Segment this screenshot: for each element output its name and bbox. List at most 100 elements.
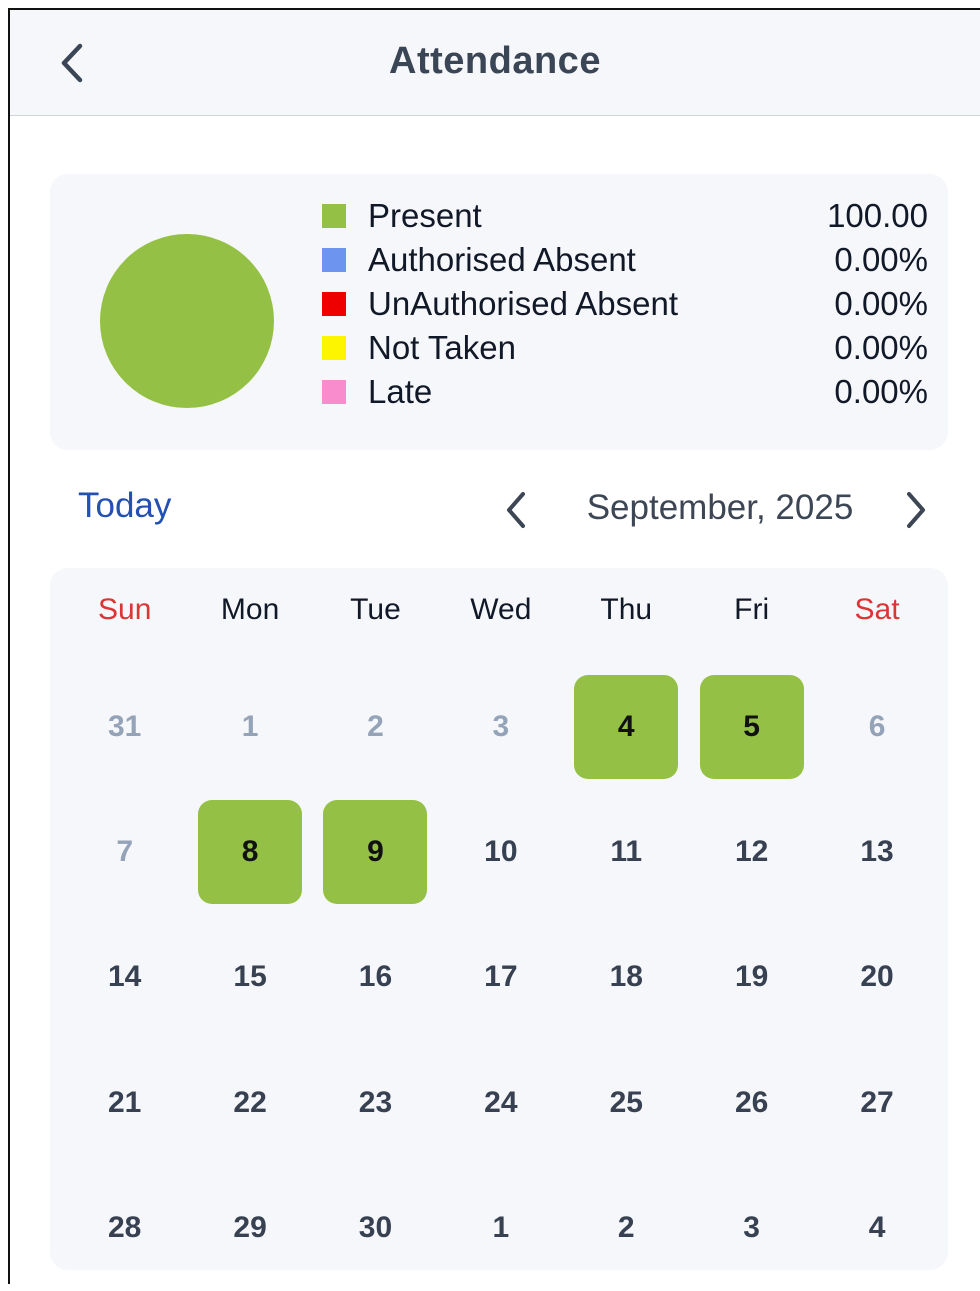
weekday-label: Wed — [470, 593, 532, 626]
calendar-day[interactable]: 11 — [564, 789, 689, 914]
weekday-label: Sat — [854, 593, 900, 626]
legend-item: UnAuthorised Absent 0.00% — [322, 282, 928, 326]
day-number: 23 — [358, 1085, 393, 1119]
calendar-day[interactable]: 28 — [62, 1166, 187, 1291]
day-number-present: 8 — [198, 800, 303, 905]
legend-value: 100.00 — [827, 197, 928, 234]
attendance-pie-chart — [100, 234, 274, 408]
legend-value: 0.00% — [834, 285, 928, 322]
day-number: 26 — [734, 1085, 769, 1119]
legend-label: Not Taken — [368, 329, 516, 366]
next-month-button[interactable] — [900, 488, 932, 532]
calendar-day[interactable]: 6 — [814, 664, 939, 789]
calendar-day[interactable]: 27 — [814, 1040, 939, 1165]
app-screen: Attendance Present 100.00 Authorised Absen… — [8, 8, 980, 1284]
calendar-card: Sun Mon Tue Wed Thu Fri Sat 31 1 2 3 4 5 6 7 8 9 10 11 12 1… — [50, 568, 948, 1270]
day-number: 12 — [734, 835, 769, 869]
day-number: 24 — [484, 1085, 518, 1119]
day-number: 31 — [108, 709, 142, 743]
current-month-label: September, 2025 — [586, 488, 854, 527]
day-number: 19 — [734, 960, 769, 994]
calendar-day[interactable]: 10 — [438, 789, 563, 914]
calendar-day[interactable]: 23 — [313, 1040, 438, 1165]
calendar-day[interactable]: 5 — [689, 664, 814, 789]
calendar-day[interactable]: 12 — [689, 789, 814, 914]
day-number: 7 — [116, 835, 134, 869]
calendar-day[interactable]: 14 — [62, 915, 187, 1040]
legend-item: Authorised Absent 0.00% — [322, 238, 928, 282]
day-number: 3 — [492, 709, 510, 743]
calendar-day[interactable]: 2 — [313, 664, 438, 789]
calendar-day[interactable]: 3 — [438, 664, 563, 789]
calendar-day[interactable]: 17 — [438, 915, 563, 1040]
day-number: 17 — [484, 960, 518, 994]
legend-swatch — [322, 248, 346, 272]
calendar-day[interactable]: 3 — [689, 1166, 814, 1291]
calendar-days-grid: 31 1 2 3 4 5 6 7 8 9 10 11 12 13 14 15 16 17 18 19 20 21 22 23 2… — [62, 664, 940, 1291]
calendar-day[interactable]: 4 — [564, 664, 689, 789]
day-number: 16 — [358, 960, 393, 994]
calendar-day[interactable]: 24 — [438, 1040, 563, 1165]
day-number: 1 — [492, 1211, 510, 1245]
calendar-day[interactable]: 2 — [564, 1166, 689, 1291]
chevron-left-icon — [507, 492, 525, 528]
calendar-day[interactable]: 16 — [313, 915, 438, 1040]
calendar-day[interactable]: 21 — [62, 1040, 187, 1165]
calendar-day[interactable]: 1 — [187, 664, 312, 789]
day-number: 15 — [233, 960, 267, 994]
calendar-day[interactable]: 13 — [814, 789, 939, 914]
weekday-label: Thu — [600, 593, 653, 626]
calendar-day[interactable]: 20 — [814, 915, 939, 1040]
day-number: 6 — [868, 709, 886, 743]
previous-month-button[interactable] — [500, 488, 532, 532]
today-button[interactable]: Today — [78, 486, 171, 526]
legend-value: 0.00% — [834, 329, 928, 366]
calendar-day[interactable]: 22 — [187, 1040, 312, 1165]
day-number: 18 — [609, 960, 643, 994]
top-bar: Attendance — [10, 10, 980, 116]
day-number: 20 — [860, 960, 894, 994]
attendance-summary-card: Present 100.00 Authorised Absent 0.00% UnAut… — [50, 174, 948, 450]
day-number-present: 9 — [323, 800, 428, 905]
day-number: 1 — [241, 709, 259, 743]
day-number: 11 — [610, 835, 643, 869]
legend-item: Present 100.00 — [322, 194, 928, 238]
calendar-day[interactable]: 1 — [438, 1166, 563, 1291]
legend-label: Present — [368, 197, 482, 234]
day-number: 22 — [233, 1085, 267, 1119]
legend-item: Not Taken 0.00% — [322, 326, 928, 370]
day-number-present: 5 — [699, 674, 804, 779]
calendar-day[interactable]: 9 — [313, 789, 438, 914]
legend-label: Authorised Absent — [368, 241, 636, 278]
weekday-label: Fri — [734, 593, 770, 626]
attendance-legend: Present 100.00 Authorised Absent 0.00% UnAut… — [322, 194, 928, 414]
day-number: 2 — [617, 1211, 635, 1245]
day-number: 4 — [868, 1211, 886, 1245]
calendar-day[interactable]: 26 — [689, 1040, 814, 1165]
legend-label: Late — [368, 373, 433, 410]
weekday-label: Mon — [220, 593, 280, 626]
calendar-day[interactable]: 7 — [62, 789, 187, 914]
pie-slice-present — [100, 234, 274, 408]
calendar-day[interactable]: 29 — [187, 1166, 312, 1291]
legend-swatch — [322, 292, 346, 316]
calendar-day[interactable]: 25 — [564, 1040, 689, 1165]
legend-swatch — [322, 336, 346, 360]
calendar-day[interactable]: 8 — [187, 789, 312, 914]
day-number: 30 — [358, 1211, 393, 1245]
legend-value: 0.00% — [834, 241, 928, 278]
day-number: 21 — [108, 1085, 142, 1119]
calendar-day[interactable]: 30 — [313, 1166, 438, 1291]
day-number: 3 — [743, 1211, 760, 1245]
calendar-day[interactable]: 15 — [187, 915, 312, 1040]
calendar-day[interactable]: 18 — [564, 915, 689, 1040]
calendar-day[interactable]: 31 — [62, 664, 187, 789]
weekday-label: Tue — [350, 593, 401, 626]
day-number: 13 — [860, 835, 894, 869]
day-number: 14 — [108, 960, 142, 994]
calendar-day[interactable]: 4 — [814, 1166, 939, 1291]
calendar-day[interactable]: 19 — [689, 915, 814, 1040]
weekday-header-row: Sun Mon Tue Wed Thu Fri Sat — [62, 588, 940, 632]
legend-swatch — [322, 380, 346, 404]
legend-value: 0.00% — [834, 373, 928, 410]
